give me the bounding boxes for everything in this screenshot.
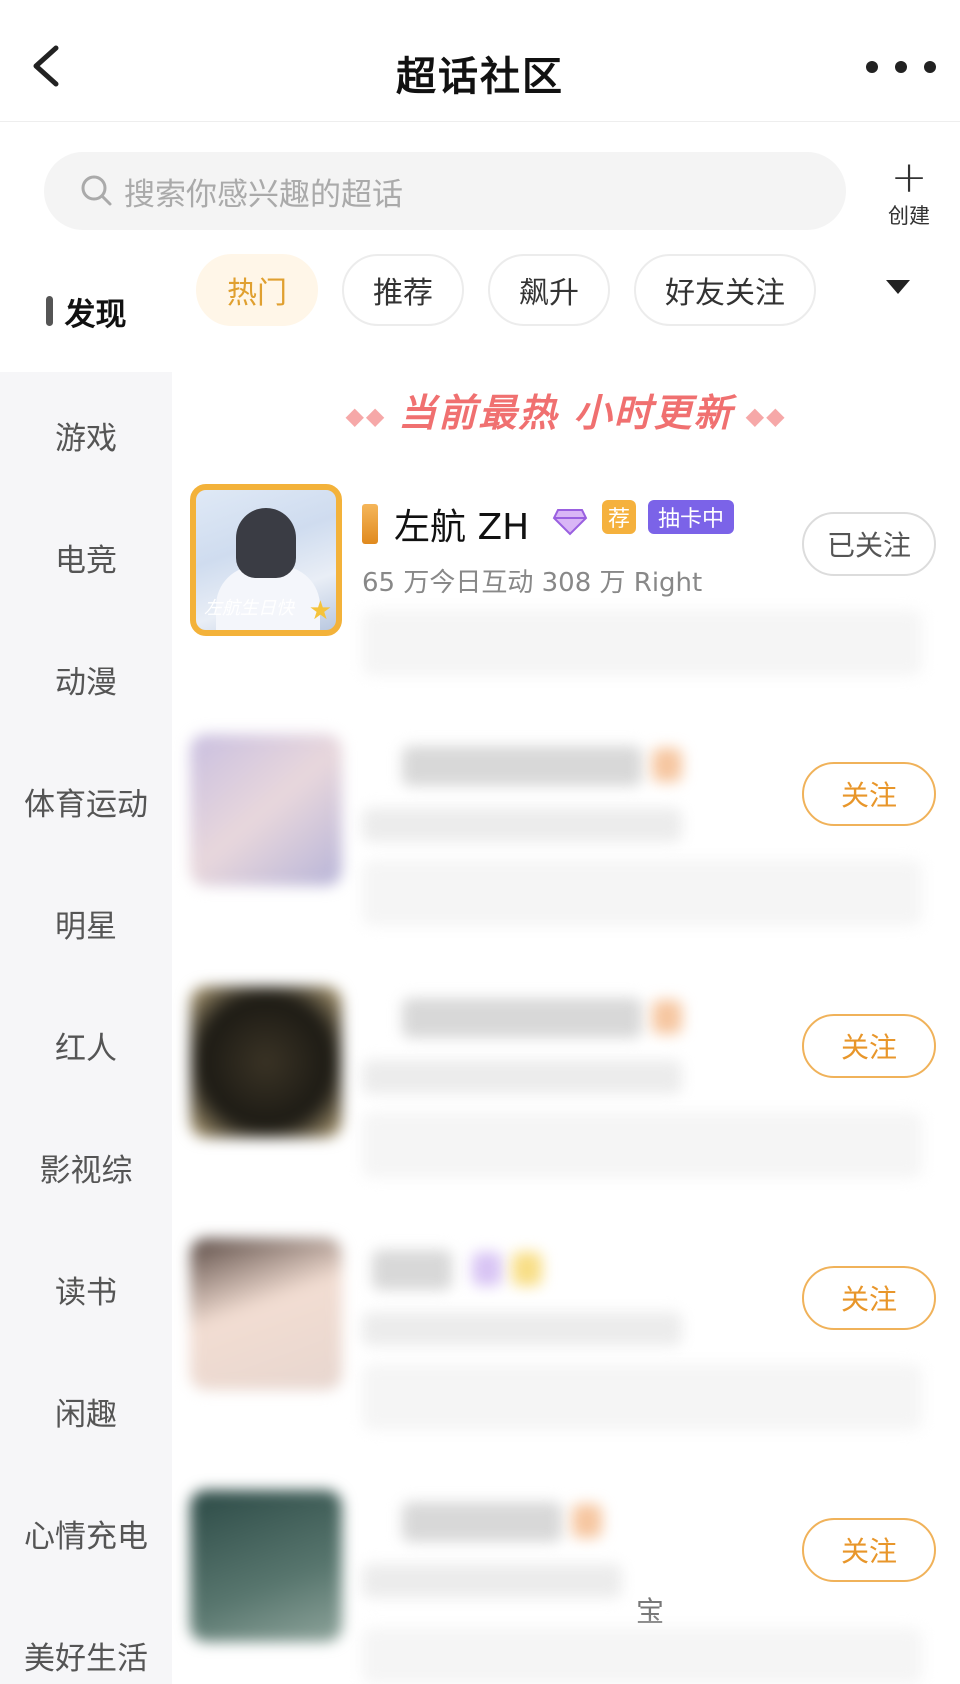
blurred-name (402, 998, 642, 1038)
sidebar-item-label: 美好生活 (24, 1640, 148, 1677)
search-placeholder: 搜索你感兴趣的超话 (124, 176, 403, 213)
sidebar-item-label: 发现 (64, 296, 127, 333)
blurred-name (372, 1250, 452, 1290)
avatar-caption: 左航生日快 (204, 598, 294, 619)
sidebar-item-sports[interactable]: 体育运动 (0, 740, 172, 862)
search-input[interactable]: 搜索你感兴趣的超话 (44, 152, 846, 230)
preview-line (362, 860, 922, 926)
sidebar-item-mood[interactable]: 心情充电 (0, 1472, 172, 1594)
followed-button[interactable]: 已关注 (802, 512, 936, 576)
banner-text: 当前最热 小时更新 (398, 391, 734, 435)
blurred-stats (362, 1312, 682, 1346)
sidebar-item-label: 动漫 (55, 664, 117, 701)
diamond-decoration-icon: ◆◆ (345, 401, 387, 430)
sidebar-item-games[interactable]: 游戏 (0, 374, 172, 496)
follow-button[interactable]: 关注 (802, 1518, 936, 1582)
filter-chips: 热门 推荐 飙升 好友关注 (196, 254, 936, 330)
star-badge-icon: ★ (308, 596, 332, 626)
plus-icon: + (890, 152, 928, 203)
avatar[interactable] (190, 734, 342, 886)
dropdown-caret-icon[interactable] (886, 280, 910, 294)
preview-line (362, 610, 922, 676)
diamond-decoration-icon: ◆◆ (745, 401, 787, 430)
sidebar-item-label: 体育运动 (24, 786, 148, 823)
sidebar-item-discover[interactable]: 发现 (0, 250, 172, 372)
sidebar-item-film-tv[interactable]: 影视综 (0, 1106, 172, 1228)
rank-badge-icon (362, 504, 378, 544)
preview-line (362, 1628, 922, 1684)
list-item[interactable]: 关注 (172, 986, 960, 1226)
blurred-tag (472, 1252, 502, 1286)
avatar[interactable] (190, 1490, 342, 1642)
avatar-figure (236, 508, 296, 578)
sidebar-item-label: 影视综 (39, 1152, 133, 1189)
sidebar-item-reading[interactable]: 读书 (0, 1228, 172, 1350)
topic-stats: 65 万今日互动 308 万 Right (362, 568, 703, 598)
hot-banner: ◆◆ 当前最热 小时更新 ◆◆ (172, 382, 960, 437)
search-icon (81, 175, 112, 206)
chip-friends-follow[interactable]: 好友关注 (634, 254, 816, 326)
sidebar-item-label: 游戏 (55, 420, 117, 457)
blurred-stats (362, 1060, 682, 1094)
blurred-stats (362, 808, 682, 842)
sidebar-item-stars[interactable]: 明星 (0, 862, 172, 984)
page-title: 超话社区 (396, 54, 564, 100)
follow-button[interactable]: 关注 (802, 762, 936, 826)
category-sidebar: 发现 游戏 电竞 动漫 体育运动 明星 红人 影视综 读书 闲趣 心情充电 美好… (0, 250, 172, 1684)
sidebar-item-label: 读书 (55, 1274, 117, 1311)
topic-name[interactable]: 左航 ZH (394, 498, 529, 550)
sidebar-item-label: 红人 (55, 1030, 117, 1067)
draw-card-tag: 抽卡中 (648, 500, 735, 534)
active-indicator (45, 296, 53, 326)
list-item[interactable]: 左航生日快 ★ 左航 ZH 荐 抽卡中 65 万今日互动 308 万 Right… (172, 484, 960, 724)
create-label: 创建 (888, 204, 930, 228)
chip-recommend[interactable]: 推荐 (342, 254, 464, 326)
list-item[interactable]: 关注 (172, 1238, 960, 1478)
create-button[interactable]: + 创建 (878, 156, 940, 236)
chip-rising[interactable]: 飙升 (488, 254, 610, 326)
more-dots-icon[interactable] (866, 52, 936, 82)
sidebar-item-lifestyle[interactable]: 美好生活 (0, 1594, 172, 1684)
sidebar-item-label: 电竞 (55, 542, 117, 579)
list-item[interactable]: 宝 关注 (172, 1490, 960, 1684)
preview-line (362, 1112, 922, 1178)
sidebar-item-esports[interactable]: 电竞 (0, 496, 172, 618)
avatar[interactable]: 左航生日快 ★ (190, 484, 342, 636)
sidebar-item-leisure[interactable]: 闲趣 (0, 1350, 172, 1472)
follow-button[interactable]: 关注 (802, 1266, 936, 1330)
blurred-name (402, 1502, 562, 1542)
recommend-tag: 荐 (602, 500, 636, 534)
sidebar-item-label: 明星 (55, 908, 117, 945)
avatar[interactable] (190, 986, 342, 1138)
sidebar-item-anime[interactable]: 动漫 (0, 618, 172, 740)
sidebar-item-label: 心情充电 (24, 1518, 148, 1555)
blurred-tag (652, 1000, 682, 1034)
sidebar-item-label: 闲趣 (55, 1396, 117, 1433)
preview-line (362, 1364, 922, 1430)
avatar[interactable] (190, 1238, 342, 1390)
blurred-stats (362, 1564, 622, 1598)
list-item[interactable]: 关注 (172, 734, 960, 974)
blurred-tag (652, 748, 682, 782)
follow-button[interactable]: 关注 (802, 1014, 936, 1078)
gem-icon (552, 509, 588, 536)
sidebar-item-influencers[interactable]: 红人 (0, 984, 172, 1106)
top-bar: 超话社区 (0, 0, 960, 122)
blurred-tag (512, 1252, 542, 1286)
partial-text: 宝 (636, 1595, 665, 1628)
blurred-tag (572, 1504, 602, 1538)
chip-hot[interactable]: 热门 (196, 254, 318, 326)
blurred-name (402, 746, 642, 786)
